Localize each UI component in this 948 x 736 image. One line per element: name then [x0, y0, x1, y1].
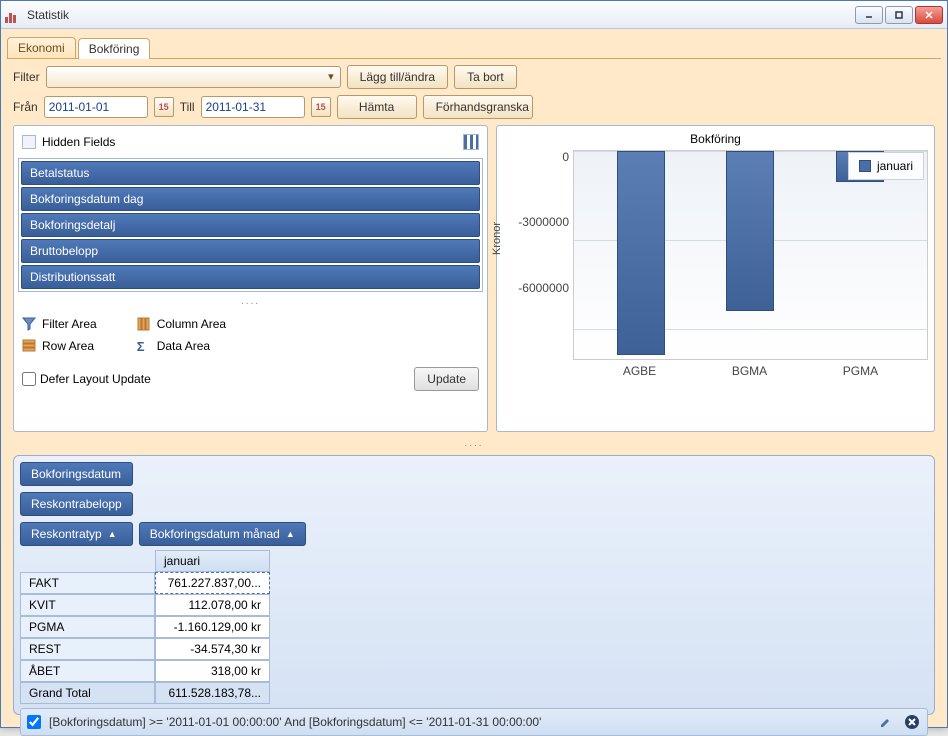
filter-label: Filter	[13, 70, 40, 84]
tab-bokforing[interactable]: Bokföring	[78, 38, 151, 59]
legend-swatch	[859, 160, 871, 172]
window-title: Statistik	[27, 8, 855, 22]
pivot-cell[interactable]: -34.574,30 kr	[155, 638, 270, 660]
chart-plot: Kronor 0 -3000000 -6000000 x	[503, 150, 928, 360]
column-area-label: Column Area	[137, 317, 226, 331]
field-item[interactable]: Bokforingsdetalj	[21, 213, 480, 237]
pivot-cell[interactable]: -1.160.129,00 kr	[155, 616, 270, 638]
field-item[interactable]: Betalstatus	[21, 161, 480, 185]
close-button[interactable]	[915, 6, 943, 24]
pivot-grid-panel: Bokforingsdatum Reskontrabelopp Reskontr…	[13, 455, 935, 715]
field-item[interactable]: Bruttobelopp	[21, 239, 480, 263]
legend-label: januari	[877, 159, 913, 173]
app-icon	[5, 7, 21, 23]
pivot-row-header[interactable]: FAKT	[20, 572, 155, 594]
filter-area-label: Filter Area	[22, 317, 97, 331]
filter-expression-text: [Bokforingsdatum] >= '2011-01-01 00:00:0…	[49, 715, 869, 729]
tab-strip: Ekonomi Bokföring	[7, 35, 941, 58]
middle-section: Hidden Fields Betalstatus Bokforingsdatu…	[13, 125, 935, 432]
plot-area	[573, 150, 928, 360]
filter-remove-button[interactable]: Ta bort	[454, 65, 517, 89]
pivot-row-header[interactable]: ÅBET	[20, 660, 155, 682]
bar-agbe	[617, 151, 665, 355]
bars-container	[574, 151, 927, 359]
app-window: Statistik Ekonomi Bokföring Filter Lägg …	[0, 0, 948, 728]
window-controls	[855, 6, 943, 24]
chart-title: Bokföring	[503, 132, 928, 146]
bar-bgma	[726, 151, 774, 311]
pivot-data-chip[interactable]: Reskontrabelopp	[20, 492, 133, 516]
pivot-row-header[interactable]: REST	[20, 638, 155, 660]
field-item[interactable]: Distributionssatt	[21, 265, 480, 289]
pivot-row-header[interactable]: PGMA	[20, 616, 155, 638]
pivot-grand-total-value: 611.528.183,78...	[155, 682, 270, 704]
defer-layout-checkbox[interactable]: Defer Layout Update	[22, 372, 151, 386]
data-area-label: ΣData Area	[137, 339, 226, 353]
pivot-col-header[interactable]: januari	[155, 550, 270, 572]
from-label: Från	[13, 100, 38, 114]
content-area: Ekonomi Bokföring Filter Lägg till/ändra…	[1, 29, 947, 727]
maximize-button[interactable]	[885, 6, 913, 24]
y-axis-label: Kronor	[491, 222, 503, 255]
pivot-grand-total-label: Grand Total	[20, 682, 155, 704]
field-list-panel: Hidden Fields Betalstatus Bokforingsdatu…	[13, 125, 488, 432]
hidden-fields-title: Hidden Fields	[42, 135, 115, 149]
chart-legend: januari	[848, 152, 924, 180]
minimize-button[interactable]	[855, 6, 883, 24]
pivot-table: januari FAKT761.227.837,00... KVIT112.07…	[20, 550, 928, 704]
edit-filter-icon[interactable]	[877, 713, 895, 731]
date-row: Från 15 Till 15 Hämta Förhandsgranska	[13, 95, 935, 119]
columns-icon	[137, 317, 151, 331]
to-calendar-icon[interactable]: 15	[311, 97, 331, 117]
filter-row: Filter Lägg till/ändra Ta bort	[13, 65, 935, 89]
rows-icon	[22, 339, 36, 353]
preview-button[interactable]: Förhandsgranska	[423, 95, 533, 119]
fetch-button[interactable]: Hämta	[337, 95, 417, 119]
filter-status-bar: [Bokforingsdatum] >= '2011-01-01 00:00:0…	[20, 708, 928, 736]
y-axis: Kronor 0 -3000000 -6000000 x	[503, 150, 573, 360]
filter-add-edit-button[interactable]: Lägg till/ändra	[347, 65, 448, 89]
field-item[interactable]: Bokforingsdatum dag	[21, 187, 480, 211]
hidden-field-list[interactable]: Betalstatus Bokforingsdatum dag Bokforin…	[18, 158, 483, 292]
panel-grip-icon	[22, 135, 36, 149]
funnel-icon	[22, 317, 36, 331]
horizontal-splitter[interactable]: ....	[13, 438, 935, 449]
pivot-col-axis-chip[interactable]: Bokforingsdatum månad▲	[139, 522, 306, 546]
pivot-cell[interactable]: 761.227.837,00...	[155, 572, 270, 594]
to-label: Till	[180, 100, 195, 114]
row-area-label: Row Area	[22, 339, 97, 353]
title-bar: Statistik	[1, 1, 947, 29]
x-axis: AGBE BGMA PGMA	[573, 360, 928, 378]
pivot-cell[interactable]: 112.078,00 kr	[155, 594, 270, 616]
hidden-fields-header: Hidden Fields	[18, 130, 483, 154]
sigma-icon: Σ	[137, 339, 151, 353]
pivot-row-axis-chip[interactable]: Reskontratyp▲	[20, 522, 133, 546]
sort-asc-icon: ▲	[286, 529, 295, 539]
clear-filter-icon[interactable]	[903, 713, 921, 731]
chart-panel: Bokföring Kronor 0 -3000000 -6000000 x	[496, 125, 935, 432]
update-button[interactable]: Update	[414, 367, 479, 391]
pivot-filter-chip[interactable]: Bokforingsdatum	[20, 462, 133, 486]
tab-ekonomi[interactable]: Ekonomi	[7, 37, 76, 58]
pivot-areas: Filter Area Row Area Column Area ΣData A…	[18, 311, 483, 359]
from-date-input[interactable]	[44, 96, 148, 118]
pivot-cell[interactable]: 318,00 kr	[155, 660, 270, 682]
to-date-input[interactable]	[201, 96, 305, 118]
resize-dots[interactable]: ....	[18, 296, 483, 307]
from-calendar-icon[interactable]: 15	[154, 97, 174, 117]
layout-action-row: Defer Layout Update Update	[18, 363, 483, 395]
filter-enabled-checkbox[interactable]	[27, 715, 41, 729]
pivot-row-header[interactable]: KVIT	[20, 594, 155, 616]
layout-toggle-icon[interactable]	[463, 134, 479, 150]
sort-asc-icon: ▲	[108, 529, 117, 539]
filter-combo[interactable]	[46, 66, 341, 88]
chart: Bokföring Kronor 0 -3000000 -6000000 x	[503, 132, 928, 425]
tab-panel-bokforing: Filter Lägg till/ändra Ta bort Från 15 T…	[7, 58, 941, 721]
